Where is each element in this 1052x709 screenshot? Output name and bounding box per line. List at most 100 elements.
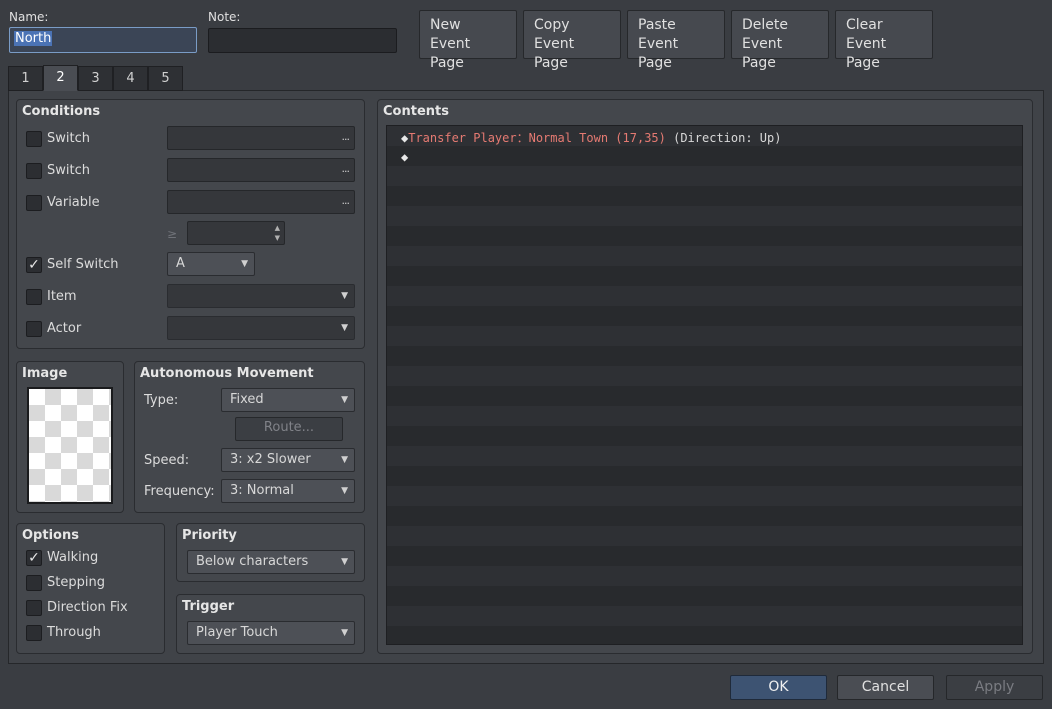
movement-frequency-select[interactable]: 3: Normal ▼ [221, 479, 355, 503]
cancel-button[interactable]: Cancel [837, 675, 934, 700]
spin-up-icon[interactable]: ▲ [275, 224, 280, 232]
priority-value: Below characters [196, 554, 309, 569]
speed-label: Speed: [144, 453, 190, 468]
dropdown-icon: ▼ [341, 455, 348, 465]
movement-title: Autonomous Movement [140, 366, 314, 381]
switch2-checkbox[interactable] [26, 163, 42, 179]
copy-event-page-button[interactable]: Copy Event Page [523, 10, 621, 71]
copy-button-line2: Event Page [534, 36, 575, 71]
options-title: Options [22, 528, 79, 543]
image-title: Image [22, 366, 68, 381]
dropdown-icon: ▼ [341, 557, 348, 567]
switch1-label: Switch [47, 131, 90, 146]
item-select[interactable]: ▼ [167, 284, 355, 308]
dropdown-icon: ▼ [341, 486, 348, 496]
delete-button-line2: Event Page [742, 36, 783, 71]
trigger-title: Trigger [182, 599, 235, 614]
switch1-select[interactable]: ... [167, 126, 355, 150]
conditions-title: Conditions [22, 104, 101, 119]
conditions-group: Conditions Switch ... Switch ... Variabl… [16, 99, 365, 349]
movement-frequency-value: 3: Normal [230, 483, 294, 498]
ok-button[interactable]: OK [730, 675, 827, 700]
stepping-label: Stepping [47, 575, 105, 590]
contents-group: Contents ◆ Transfer Player：Normal Town (1… [377, 99, 1033, 654]
tab-page-4[interactable]: 4 [113, 66, 148, 91]
priority-select[interactable]: Below characters ▼ [187, 550, 355, 574]
clear-event-page-button[interactable]: Clear Event Page [835, 10, 933, 71]
direction-fix-label: Direction Fix [47, 600, 128, 615]
self-switch-select[interactable]: A ▼ [167, 252, 255, 276]
movement-type-select[interactable]: Fixed ▼ [221, 388, 355, 412]
options-group: Options ✓ Walking Stepping Direction Fix… [16, 523, 165, 654]
note-field[interactable] [208, 28, 397, 53]
tab-page-1[interactable]: 1 [8, 66, 43, 91]
clear-button-line1: Clear [846, 17, 883, 33]
walking-label: Walking [47, 550, 99, 565]
paste-event-page-button[interactable]: Paste Event Page [627, 10, 725, 71]
dropdown-icon: ▼ [341, 628, 348, 638]
self-switch-checkbox[interactable]: ✓ [26, 257, 42, 273]
paste-button-line1: Paste [638, 17, 676, 33]
clear-button-line2: Event Page [846, 36, 887, 71]
image-group: Image [16, 361, 124, 513]
trigger-group: Trigger Player Touch ▼ [176, 594, 365, 654]
through-label: Through [47, 625, 101, 640]
note-label: Note: [208, 10, 241, 24]
route-button[interactable]: Route... [235, 417, 343, 441]
delete-button-line1: Delete [742, 17, 788, 33]
direction-fix-checkbox[interactable] [26, 600, 42, 616]
dropdown-icon: ▼ [341, 323, 348, 333]
movement-speed-select[interactable]: 3: x2 Slower ▼ [221, 448, 355, 472]
command-row[interactable]: ◆Transfer Player：Normal Town (17,35) (Di… [401, 128, 781, 148]
variable-checkbox[interactable] [26, 195, 42, 211]
dropdown-icon: ▼ [341, 395, 348, 405]
apply-button[interactable]: Apply [946, 675, 1043, 700]
tab-page-3[interactable]: 3 [78, 66, 113, 91]
item-label: Item [47, 289, 77, 304]
frequency-label: Frequency: [144, 484, 215, 499]
switch2-select[interactable]: ... [167, 158, 355, 182]
event-image-preview[interactable] [27, 387, 113, 504]
new-button-line1: New [430, 17, 461, 33]
gte-symbol: ≥ [167, 227, 178, 241]
delete-event-page-button[interactable]: Delete Event Page [731, 10, 829, 71]
event-command-list[interactable]: ◆ Transfer Player：Normal Town (17,35) (Di… [386, 125, 1023, 645]
autonomous-movement-group: Autonomous Movement Type: Fixed ▼ Route.… [134, 361, 365, 513]
paste-button-line2: Event Page [638, 36, 679, 71]
command-params: (Direction: Up) [665, 131, 782, 145]
contents-title: Contents [383, 104, 449, 119]
ellipsis-icon: ... [341, 162, 350, 175]
dropdown-icon: ▼ [341, 291, 348, 301]
variable-value-spinner[interactable]: ▲ ▼ [187, 221, 285, 245]
actor-select[interactable]: ▼ [167, 316, 355, 340]
movement-speed-value: 3: x2 Slower [230, 452, 311, 467]
trigger-select[interactable]: Player Touch ▼ [187, 621, 355, 645]
tab-page-5[interactable]: 5 [148, 66, 183, 91]
variable-label: Variable [47, 195, 100, 210]
tab-page-2[interactable]: 2 [43, 65, 78, 91]
switch1-checkbox[interactable] [26, 131, 42, 147]
name-value: North [14, 31, 53, 46]
variable-select[interactable]: ... [167, 190, 355, 214]
name-label: Name: [9, 10, 49, 24]
through-checkbox[interactable] [26, 625, 42, 641]
dropdown-icon: ▼ [241, 259, 248, 269]
command-row-empty[interactable]: ◆ [401, 147, 408, 167]
trigger-value: Player Touch [196, 625, 278, 640]
name-field[interactable]: North [9, 27, 197, 53]
self-switch-label: Self Switch [47, 257, 119, 272]
type-label: Type: [144, 393, 179, 408]
ellipsis-icon: ... [341, 130, 350, 143]
movement-type-value: Fixed [230, 392, 264, 407]
actor-checkbox[interactable] [26, 321, 42, 337]
self-switch-value: A [176, 256, 185, 271]
item-checkbox[interactable] [26, 289, 42, 305]
new-event-page-button[interactable]: New Event Page [419, 10, 517, 71]
priority-title: Priority [182, 528, 237, 543]
ellipsis-icon: ... [341, 194, 350, 207]
stepping-checkbox[interactable] [26, 575, 42, 591]
walking-checkbox[interactable]: ✓ [26, 550, 42, 566]
command-text: Transfer Player：Normal Town (17,35) [408, 131, 666, 145]
spin-down-icon[interactable]: ▼ [275, 234, 280, 242]
command-marker-icon: ◆ [401, 150, 409, 164]
